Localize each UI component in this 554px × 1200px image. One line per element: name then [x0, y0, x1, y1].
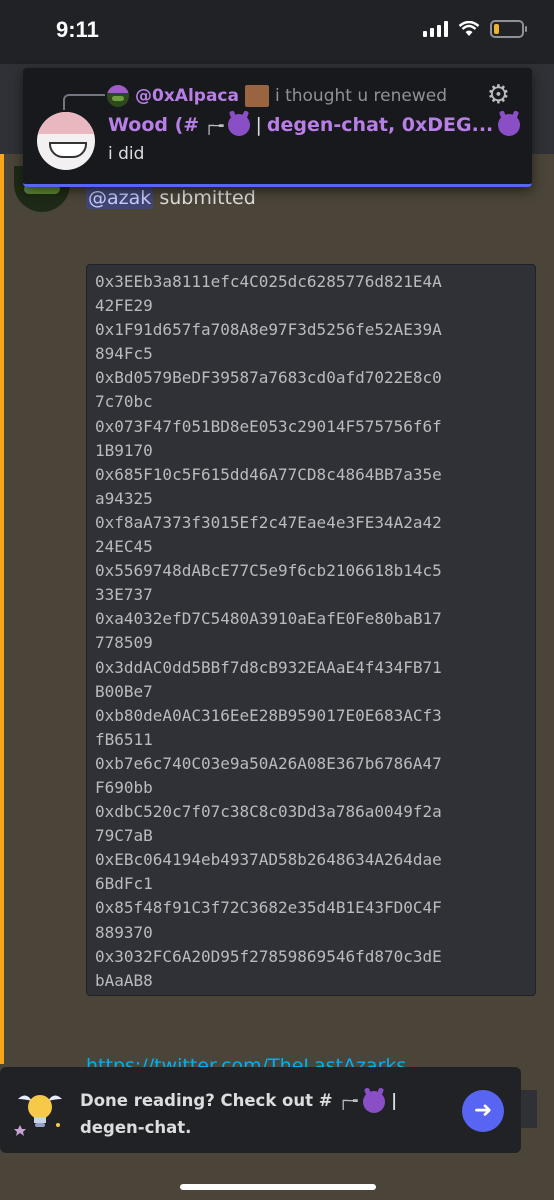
address-line: 0xf8aA7373f3015Ef2c47Eae4e3FE34A2a42 [95, 512, 442, 532]
reply-text: i did [108, 144, 145, 164]
reply-notification-popup[interactable]: @0xAlpaca i thought u renewed ⚙ Wood (# … [23, 68, 532, 187]
input-edge [521, 1090, 537, 1128]
referenced-text: i thought u renewed [274, 86, 447, 106]
address-line: 24EC45 [95, 537, 153, 557]
reply-channel-name: degen-chat, 0xDEG... [266, 114, 494, 136]
status-time: 9:11 [56, 17, 99, 42]
address-line: 6BdFc1 [95, 874, 153, 894]
banner-text-before: Done reading? Check out # [80, 1091, 333, 1110]
address-line: 0x3EEb3a8111efc4C025dc6285776d821E4A [95, 272, 442, 291]
banner-text: Done reading? Check out # ┌╼ | degen-cha… [80, 1087, 440, 1141]
address-line: bAaAB8 [95, 970, 153, 990]
address-line: 894Fc5 [95, 344, 153, 364]
referenced-emoji [244, 85, 269, 107]
channel-separator: | [255, 114, 262, 136]
address-line: 778509 [95, 633, 153, 653]
banner-separator: | [391, 1091, 398, 1110]
address-line: a94325 [95, 488, 153, 508]
referenced-user-avatar [107, 85, 129, 107]
address-line: 0xdbC520c7f07c38C8c03Dd3a786a0049f2a [95, 802, 442, 822]
address-line: 0x1F91d657fa708A8e97F3d5256fe52AE39A [95, 320, 442, 340]
reply-author-avatar [37, 112, 95, 170]
reply-connector [63, 94, 105, 110]
signal-icon [423, 21, 448, 37]
battery-icon [490, 20, 527, 38]
referenced-username[interactable]: @0xAlpaca [135, 86, 239, 106]
address-line: 0x3ddAC0dd5BBf7d8cB932EAAaE4f434FB71 [95, 657, 442, 677]
address-line: 1B9170 [95, 440, 153, 460]
address-line: 0xBd0579BeDF39587a7683cd0afd7022E8c0 [95, 368, 442, 388]
address-line: 0xa4032efD7C5480A3910aEafE0Fe80baB17 [95, 609, 442, 629]
reply-author-name: Wood (# [108, 114, 200, 136]
code-block[interactable]: 0x3EEb3a8111efc4C025dc6285776d821E4A 42FE… [86, 264, 536, 996]
banner-channel-name[interactable]: degen-chat. [80, 1118, 191, 1137]
address-line: 42FE29 [95, 296, 153, 316]
address-line: 0x85f48f91C3f72C3682e35d4B1E43FD0C4F [95, 898, 442, 918]
lightbulb-icon [14, 1095, 62, 1136]
go-to-channel-button[interactable]: ➜ [462, 1090, 504, 1132]
address-line: B00Be7 [95, 681, 153, 701]
reply-author-line: Wood (# ┌╼ | degen-chat, 0xDEG... [108, 114, 521, 136]
banner-bracket-glyph: ┌╼ [338, 1091, 358, 1110]
address-line: 0x3032FC6A20D95f27859869546fd870c3dE [95, 946, 442, 966]
address-line: 0xb7e6c740C03e9a50A26A08E367b6786A47 [95, 753, 442, 773]
home-indicator[interactable] [180, 1184, 376, 1190]
wifi-icon [458, 21, 480, 36]
message-text: submitted [159, 187, 256, 209]
status-icons [423, 20, 527, 38]
done-reading-banner[interactable]: Done reading? Check out # ┌╼ | degen-cha… [0, 1067, 521, 1153]
address-line: 79C7aB [95, 826, 153, 846]
mention-highlight-bar [0, 154, 4, 1064]
devil-emoji-icon [363, 1090, 386, 1113]
referenced-message[interactable]: @0xAlpaca i thought u renewed [107, 85, 447, 107]
address-line: 0x073F47f051BD8eE053c29014F575756f6f [95, 416, 442, 436]
channel-bracket-glyph: ┌╼ [204, 115, 224, 135]
address-line: 0x5569748dABcE77C5e9f6cb2106618b14c5 [95, 561, 442, 581]
address-line: 7c70bc [95, 392, 153, 412]
address-line: F690bb [95, 777, 153, 797]
devil-emoji-icon [228, 114, 251, 136]
address-line: 0xb80deA0AC316EeE28B959017E0E683ACf3 [95, 705, 442, 725]
status-bar: 9:11 [0, 0, 554, 64]
devil-emoji-icon [498, 114, 521, 136]
address-line: 33E737 [95, 585, 153, 605]
address-line: 0x685F10c5F615dd46A77CD8c4864BB7a35e [95, 464, 442, 484]
message-header-line: @azak submitted [86, 187, 256, 209]
address-line: fB6511 [95, 729, 153, 749]
address-line: 0xEBc064194eb4937AD58b2648634A264dae [95, 850, 442, 870]
address-line: 889370 [95, 922, 153, 942]
user-mention[interactable]: @azak [86, 187, 154, 209]
gear-icon[interactable]: ⚙ [487, 80, 510, 110]
